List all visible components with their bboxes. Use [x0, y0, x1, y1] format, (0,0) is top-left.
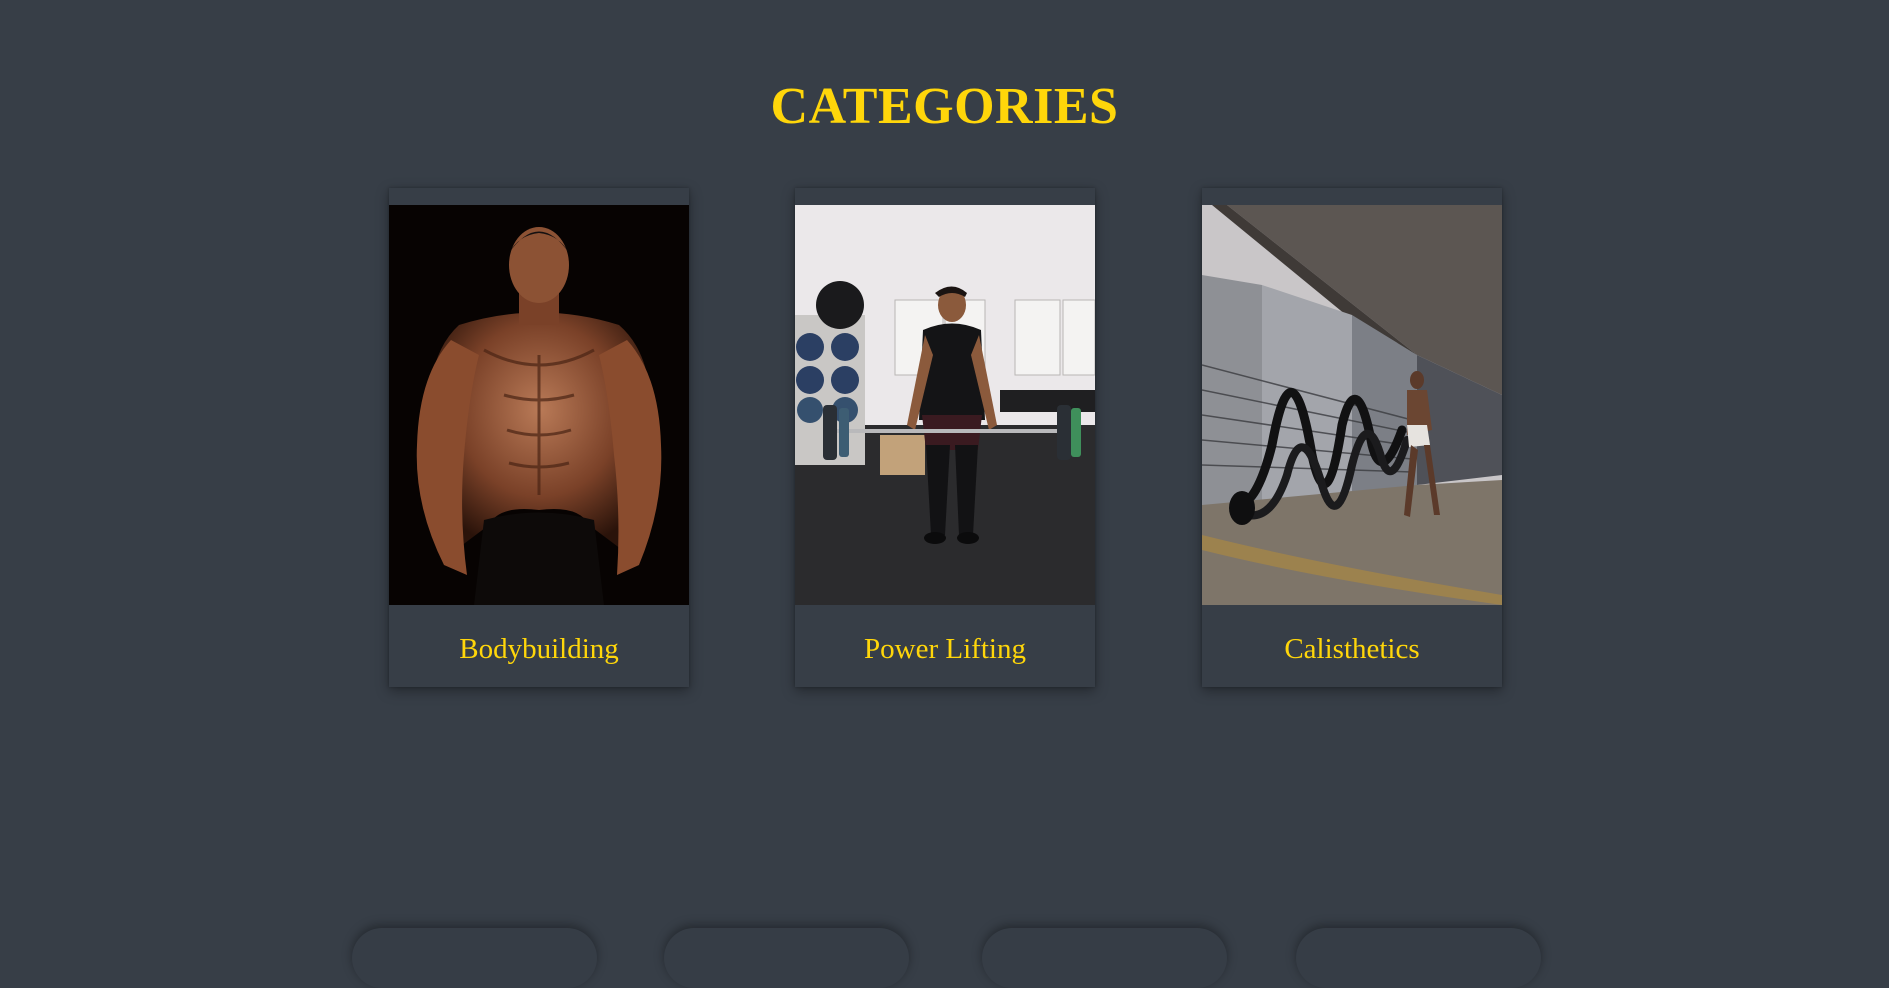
battle-ropes-photo [1202, 205, 1502, 605]
bottom-pill[interactable] [352, 928, 597, 988]
bottom-pill[interactable] [982, 928, 1227, 988]
category-card-power-lifting[interactable]: Power Lifting [795, 188, 1095, 687]
category-cards: Bodybuilding Power Lifting Calisthetics [0, 188, 1889, 688]
bottom-pill[interactable] [1296, 928, 1541, 988]
category-label: Calisthetics [1284, 633, 1420, 665]
bottom-pill[interactable] [664, 928, 909, 988]
category-label: Bodybuilding [459, 633, 619, 665]
category-card-bodybuilding[interactable]: Bodybuilding [389, 188, 689, 687]
category-card-calisthetics[interactable]: Calisthetics [1202, 188, 1502, 687]
section-title: CATEGORIES [770, 78, 1119, 135]
page: { "colors": { "background": "#373e47", "… [0, 0, 1889, 988]
bodybuilder-photo [389, 205, 689, 605]
category-label: Power Lifting [864, 633, 1026, 665]
deadlift-photo [795, 205, 1095, 605]
